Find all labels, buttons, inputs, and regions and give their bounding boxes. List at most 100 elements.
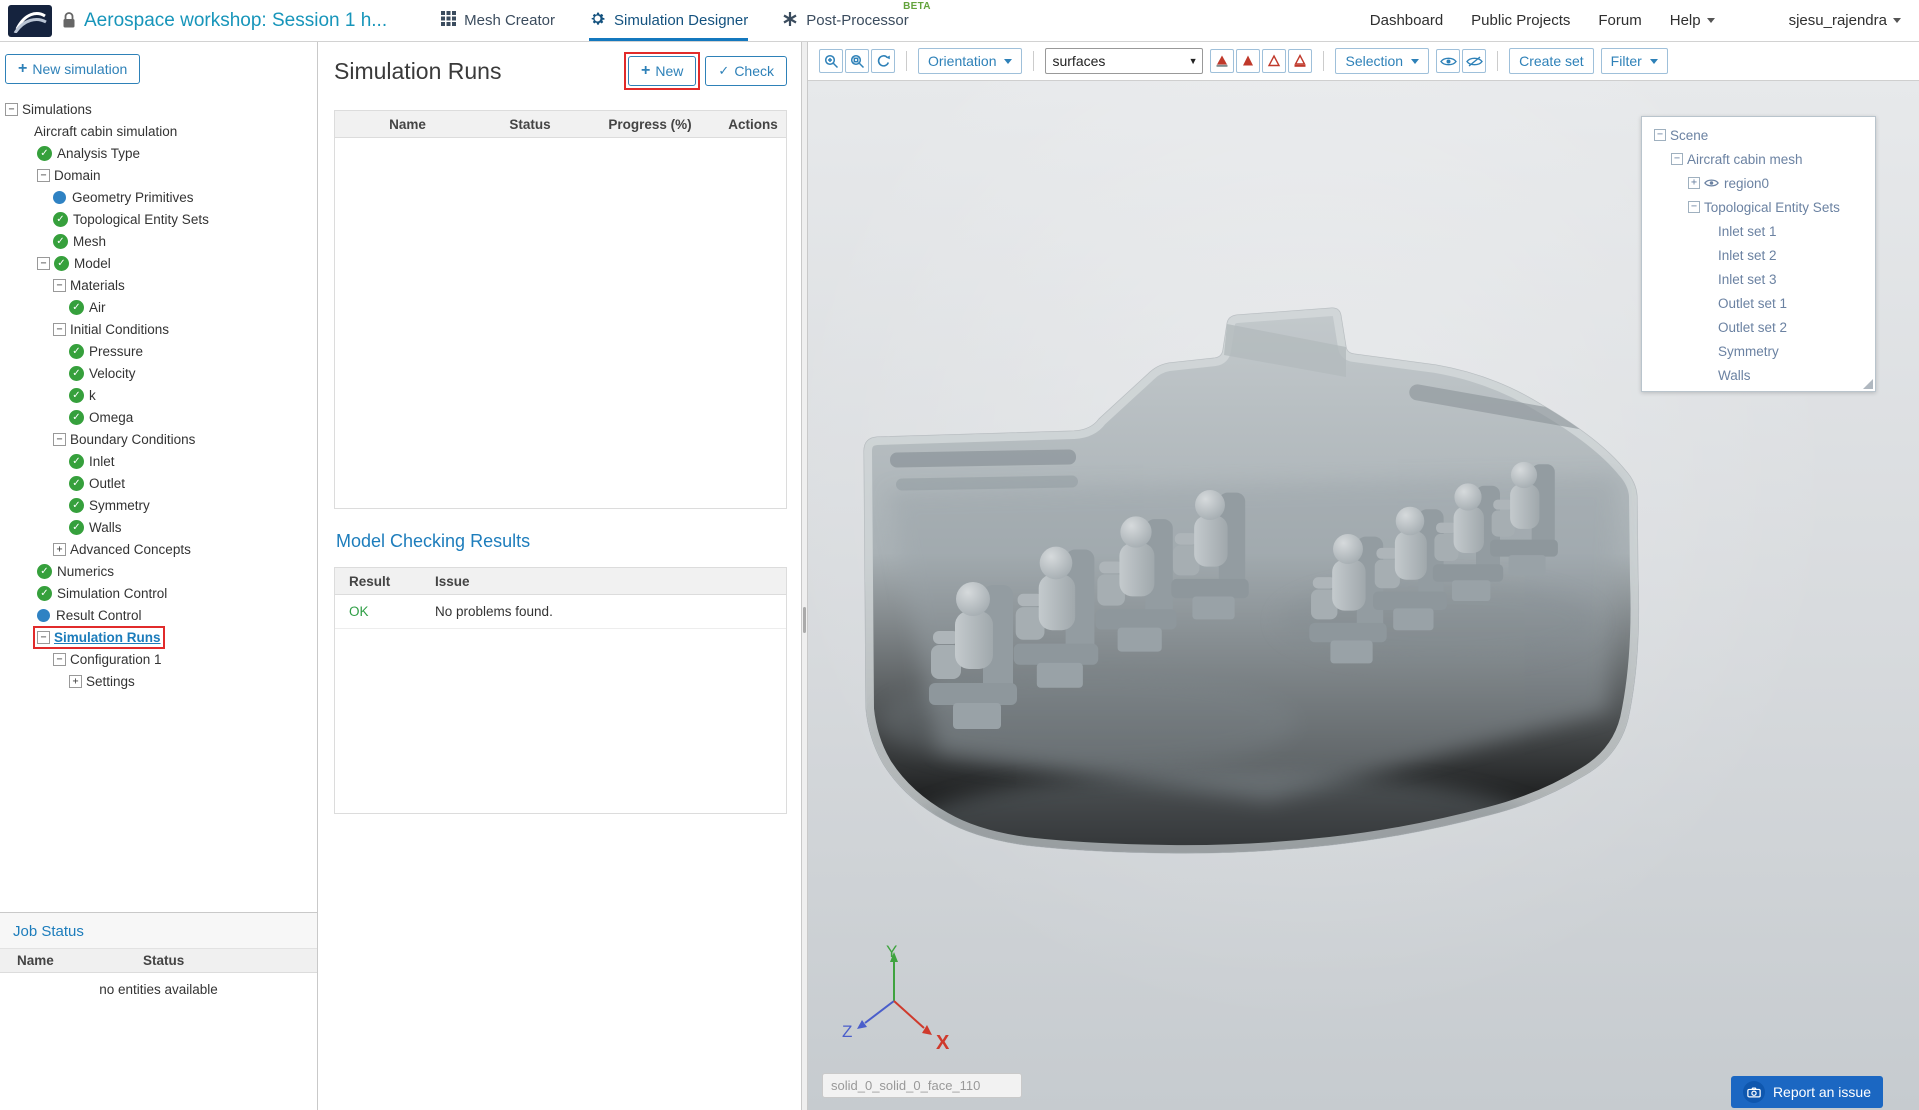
collapse-icon[interactable]: −	[5, 102, 18, 116]
tree-item-label[interactable]: Walls	[1718, 368, 1751, 383]
sim-tree-item-advanced-concepts[interactable]: + Advanced Concepts	[0, 538, 317, 560]
check-button[interactable]: ✓ Check	[705, 56, 787, 86]
scene-tree-item-region0[interactable]: + region0	[1646, 171, 1871, 195]
sim-tree-item-domain[interactable]: − Domain	[0, 164, 317, 186]
filter-dropdown[interactable]: Filter	[1600, 48, 1668, 74]
new-simulation-button[interactable]: + New simulation	[5, 54, 141, 84]
app-logo-icon[interactable]	[8, 4, 52, 37]
tree-item-label[interactable]: Aircraft cabin simulation	[34, 124, 177, 139]
tree-item-label[interactable]: Simulation Runs	[54, 630, 161, 645]
expand-icon[interactable]: +	[69, 674, 82, 688]
tree-item-label[interactable]: Mesh	[73, 234, 106, 249]
scene-tree-item-walls[interactable]: Walls	[1646, 363, 1871, 387]
tree-item-label[interactable]: Analysis Type	[57, 146, 140, 161]
zoom-in-button[interactable]	[819, 49, 843, 73]
report-issue-button[interactable]: Report an issue	[1730, 1076, 1883, 1108]
nav-forum[interactable]: Forum	[1598, 12, 1641, 29]
sim-tree-item-simulation-runs[interactable]: − Simulation Runs	[0, 625, 317, 649]
collapse-icon[interactable]: −	[53, 322, 66, 336]
tree-item-label[interactable]: Velocity	[89, 366, 136, 381]
tree-item-label[interactable]: Configuration 1	[70, 652, 162, 667]
tree-item-label[interactable]: Inlet set 3	[1718, 272, 1777, 287]
tree-item-label[interactable]: Scene	[1670, 128, 1708, 143]
nav-dashboard[interactable]: Dashboard	[1370, 12, 1443, 29]
sim-tree-item-omega[interactable]: ✓ Omega	[0, 406, 317, 428]
sim-tree-item-geometry-primitives[interactable]: Geometry Primitives	[0, 186, 317, 208]
sim-tree-item-symmetry[interactable]: ✓ Symmetry	[0, 494, 317, 516]
tree-item-label[interactable]: Walls	[89, 520, 122, 535]
3d-canvas[interactable]: − Scene − Aircraft cabin mesh + region0− Topol…	[808, 81, 1919, 1110]
sim-tree-item-model[interactable]: − ✓ Model	[0, 252, 317, 274]
sim-tree-item-materials[interactable]: − Materials	[0, 274, 317, 296]
sim-tree-item-velocity[interactable]: ✓ Velocity	[0, 362, 317, 384]
scene-tree-item-aircraft-cabin-mesh[interactable]: − Aircraft cabin mesh	[1646, 147, 1871, 171]
collapse-icon[interactable]: −	[53, 432, 66, 446]
tree-item-label[interactable]: Domain	[54, 168, 101, 183]
project-title[interactable]: Aerospace workshop: Session 1 h...	[84, 10, 387, 32]
tree-item-label[interactable]: Simulations	[22, 102, 92, 117]
tree-item-label[interactable]: Topological Entity Sets	[73, 212, 209, 227]
tree-item-label[interactable]: Boundary Conditions	[70, 432, 195, 447]
scene-tree-resize-handle[interactable]	[1863, 379, 1873, 389]
tree-item-label[interactable]: Topological Entity Sets	[1704, 200, 1840, 215]
tree-item-label[interactable]: k	[89, 388, 96, 403]
expand-icon[interactable]: +	[53, 542, 66, 556]
tree-item-label[interactable]: Outlet set 1	[1718, 296, 1787, 311]
collapse-icon[interactable]: −	[1671, 153, 1683, 165]
collapse-icon[interactable]: −	[37, 168, 50, 182]
eye-icon[interactable]	[1704, 178, 1719, 188]
sim-tree-item-pressure[interactable]: ✓ Pressure	[0, 340, 317, 362]
scene-tree-item-scene[interactable]: − Scene	[1646, 123, 1871, 147]
sim-tree-item-topological-entity-sets[interactable]: ✓ Topological Entity Sets	[0, 208, 317, 230]
hide-selection-cone-icon[interactable]	[1210, 49, 1235, 73]
tree-item-label[interactable]: Settings	[86, 674, 135, 689]
hovered-face-field[interactable]	[822, 1073, 1022, 1098]
tree-item-label[interactable]: Initial Conditions	[70, 322, 169, 337]
refresh-view-button[interactable]	[871, 49, 895, 73]
tree-item-label[interactable]: Inlet	[89, 454, 115, 469]
scene-tree-item-symmetry[interactable]: Symmetry	[1646, 339, 1871, 363]
tree-item-label[interactable]: Simulation Control	[57, 586, 167, 601]
sim-tree-item-mesh[interactable]: ✓ Mesh	[0, 230, 317, 252]
sim-tree-item-aircraft-cabin-simulation[interactable]: Aircraft cabin simulation	[0, 120, 317, 142]
tree-item-label[interactable]: Air	[89, 300, 106, 315]
sim-tree-item-initial-conditions[interactable]: − Initial Conditions	[0, 318, 317, 340]
create-set-button[interactable]: Create set	[1509, 48, 1594, 74]
tab-post-processor[interactable]: Post-Processor BETA	[782, 0, 930, 41]
tree-item-label[interactable]: Pressure	[89, 344, 143, 359]
new-run-button[interactable]: + New	[628, 56, 697, 86]
tree-item-label[interactable]: Materials	[70, 278, 125, 293]
tree-item-label[interactable]: Numerics	[57, 564, 114, 579]
collapse-icon[interactable]: −	[37, 256, 50, 270]
sim-tree-item-k[interactable]: ✓ k	[0, 384, 317, 406]
tree-item-label[interactable]: Aircraft cabin mesh	[1687, 152, 1803, 167]
tree-item-label[interactable]: Symmetry	[1718, 344, 1779, 359]
sim-tree-item-boundary-conditions[interactable]: − Boundary Conditions	[0, 428, 317, 450]
sim-tree-item-outlet[interactable]: ✓ Outlet	[0, 472, 317, 494]
tree-item-label[interactable]: Omega	[89, 410, 133, 425]
tree-item-label[interactable]: Outlet	[89, 476, 125, 491]
scene-tree-item-topological-entity-sets[interactable]: − Topological Entity Sets	[1646, 195, 1871, 219]
tree-item-label[interactable]: Symmetry	[89, 498, 150, 513]
collapse-icon[interactable]: −	[1654, 129, 1666, 141]
sim-tree-item-simulations[interactable]: − Simulations	[0, 98, 317, 120]
sim-tree-item-analysis-type[interactable]: ✓ Analysis Type	[0, 142, 317, 164]
selection-dropdown[interactable]: Selection	[1335, 48, 1430, 74]
expand-icon[interactable]: +	[1688, 177, 1700, 189]
tab-simulation-designer[interactable]: Simulation Designer	[588, 0, 749, 41]
collapse-icon[interactable]: −	[1688, 201, 1700, 213]
tree-item-label[interactable]: Inlet set 1	[1718, 224, 1777, 239]
invert-selection-cone-icon[interactable]	[1288, 49, 1313, 73]
sim-tree-item-numerics[interactable]: ✓ Numerics	[0, 560, 317, 582]
scene-tree-item-inlet-set-1[interactable]: Inlet set 1	[1646, 219, 1871, 243]
sim-tree-item-walls[interactable]: ✓ Walls	[0, 516, 317, 538]
sim-tree-item-simulation-control[interactable]: ✓ Simulation Control	[0, 582, 317, 604]
collapse-icon[interactable]: −	[53, 278, 66, 292]
tree-item-label[interactable]: Outlet set 2	[1718, 320, 1787, 335]
hide-entities-eye-icon[interactable]	[1462, 49, 1487, 73]
tree-item-label[interactable]: region0	[1724, 176, 1769, 191]
show-selection-cone-icon[interactable]	[1236, 49, 1261, 73]
zoom-box-button[interactable]	[845, 49, 869, 73]
nav-help-menu[interactable]: Help	[1670, 12, 1715, 29]
tab-mesh-creator[interactable]: Mesh Creator	[441, 0, 555, 41]
